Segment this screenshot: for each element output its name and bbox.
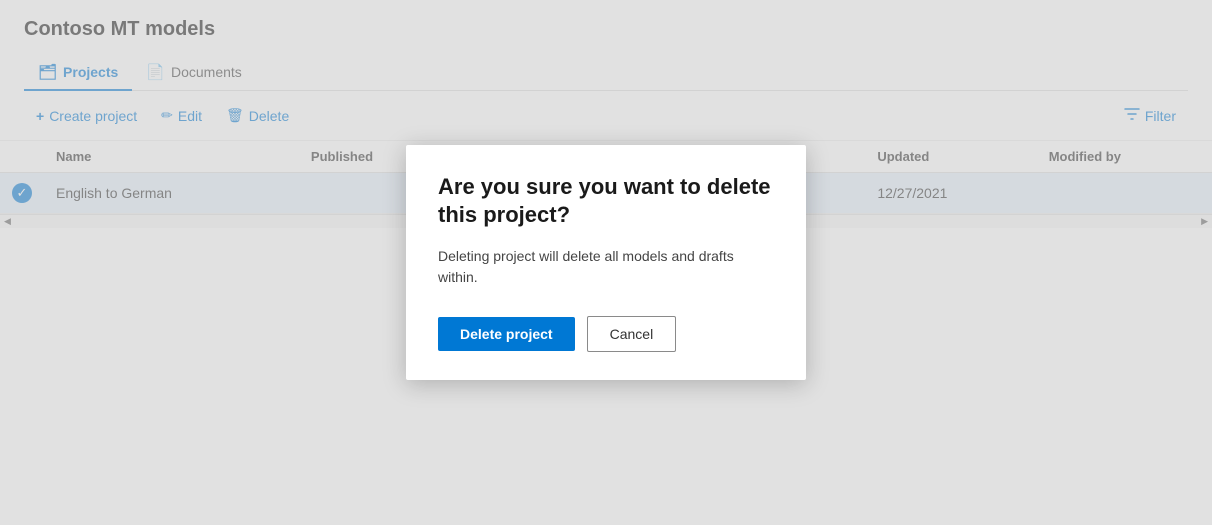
confirm-delete-button[interactable]: Delete project [438, 317, 575, 351]
dialog-actions: Delete project Cancel [438, 316, 774, 352]
page-container: Contoso MT models 🗂 Projects 📄 Documents… [0, 0, 1212, 525]
dialog-body: Deleting project will delete all models … [438, 246, 774, 288]
delete-dialog: Are you sure you want to delete this pro… [406, 145, 806, 380]
dialog-title: Are you sure you want to delete this pro… [438, 173, 774, 228]
cancel-button[interactable]: Cancel [587, 316, 677, 352]
modal-overlay: Are you sure you want to delete this pro… [0, 0, 1212, 525]
